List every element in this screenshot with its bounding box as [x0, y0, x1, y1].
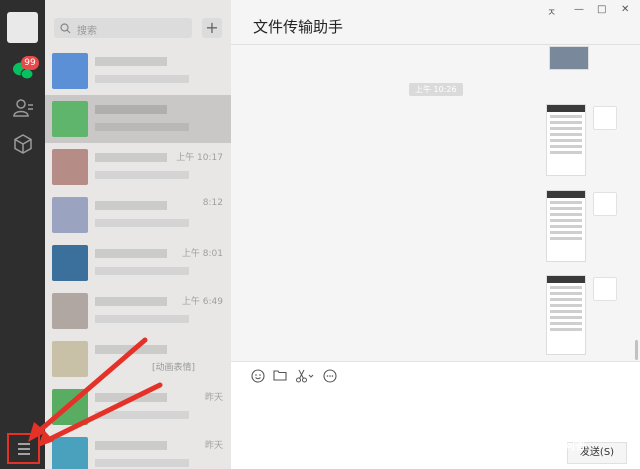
annotation-arrows — [28, 337, 163, 447]
watermark: 悟空问答 — [542, 439, 586, 452]
